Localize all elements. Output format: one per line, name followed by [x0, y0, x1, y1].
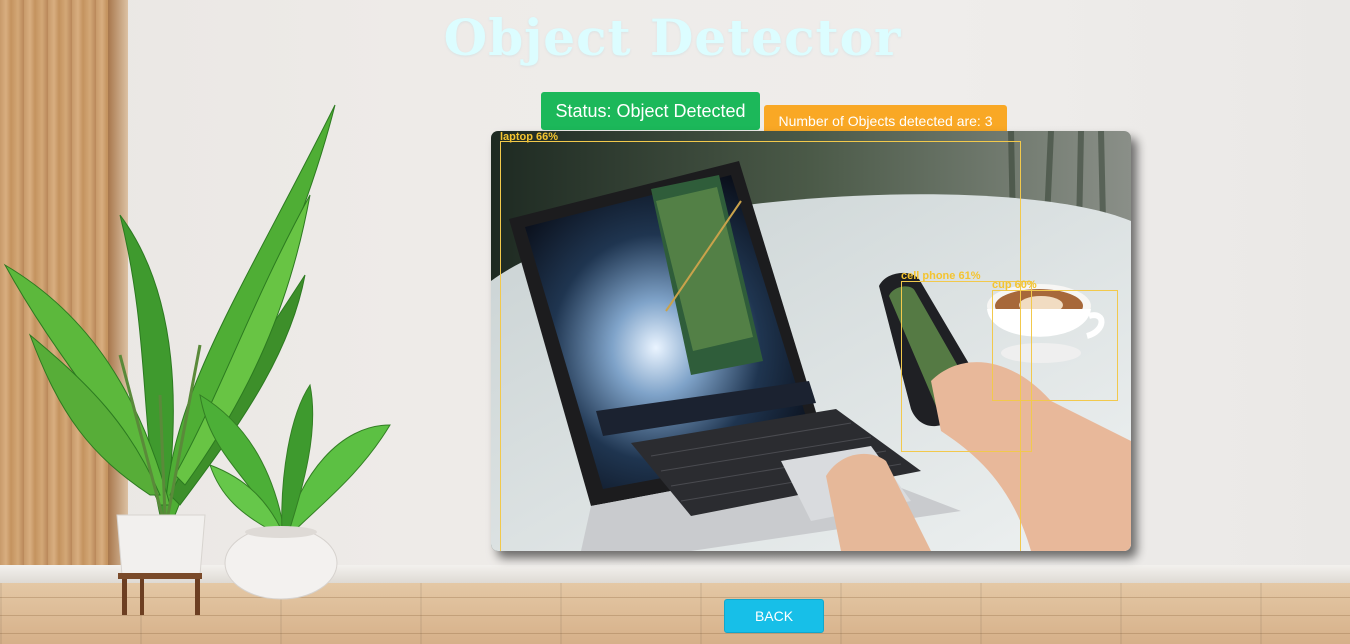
status-badge: Status: Object Detected — [541, 92, 760, 130]
detection-result-image: laptop 66% cell phone 61% cup 60% — [491, 131, 1131, 551]
house-plants-decoration — [3, 104, 391, 615]
page-background: Object Detector Status: Object Detected … — [0, 0, 1350, 644]
detection-label-cup: cup 60% — [992, 279, 1037, 291]
detection-label-laptop: laptop 66% — [500, 131, 559, 143]
back-button[interactable]: BACK — [724, 599, 824, 633]
detection-box-cup — [992, 290, 1118, 401]
page-title: Object Detector — [443, 8, 902, 67]
detection-label-cell-phone: cell phone 61% — [901, 270, 981, 282]
